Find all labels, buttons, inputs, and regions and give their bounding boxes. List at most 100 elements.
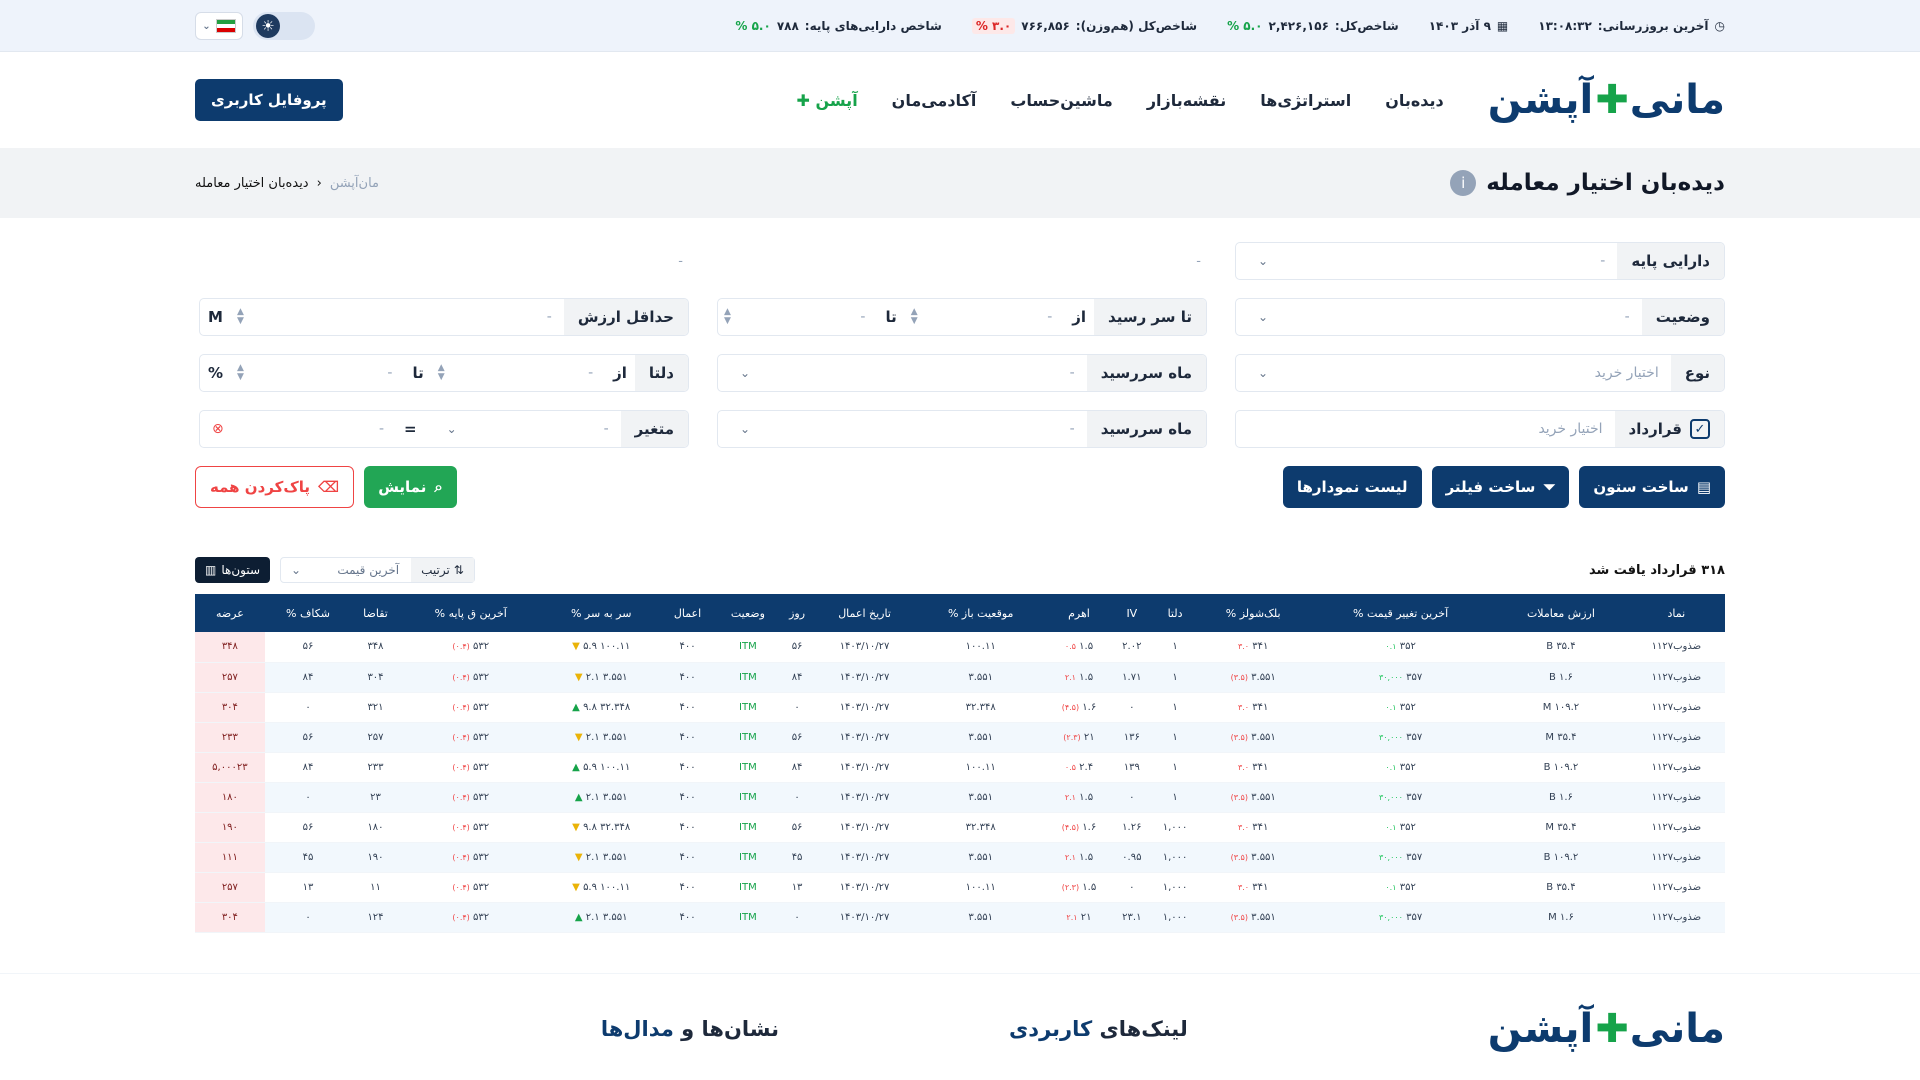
column-header[interactable]: اعمال xyxy=(660,594,715,632)
stepper-icon[interactable]: ▲ ▼ xyxy=(905,308,924,326)
table-cell: ۲.۴ ۰.۵ xyxy=(1045,752,1113,783)
table-cell: ۵۳۲ (۰.۴) xyxy=(399,782,542,813)
table-cell: ۵۳۲ (۰.۴) xyxy=(399,842,542,873)
table-cell: ۰ xyxy=(264,692,352,723)
table-cell: ۵۳۲ (۰.۴) xyxy=(399,872,542,903)
column-header[interactable]: وضعیت xyxy=(714,594,782,632)
delta-to-input[interactable]: - xyxy=(250,365,405,381)
maturity-month-select-2[interactable]: ماه سررسید - ⌄ xyxy=(717,410,1207,448)
table-row[interactable]: ضذوب۱۱۲۷ ۱۰۹.۲ M ۳۵۲ ۰.۱ ۳۴۱ ۳.۰ ۱ ۰ ۱.۶ (۴.۵)… xyxy=(195,692,1725,723)
cell-value: ITM xyxy=(739,881,757,893)
nav-calculator[interactable]: ماشین‌حساب xyxy=(1010,91,1112,110)
build-filter-button[interactable]: ⏷ ساخت فیلتر xyxy=(1431,466,1570,508)
stepper-icon[interactable]: ▲ ▼ xyxy=(231,308,250,326)
nav-option[interactable]: آپشن ✚ xyxy=(797,91,858,110)
columns-icon: ▥ xyxy=(205,563,217,577)
table-row[interactable]: ضذوب۱۱۲۷ ۳۵.۴ M ۳۵۲ ۰.۱ ۳۴۱ ۳.۰ ۱,۰۰۰ ۱.۲۶ ۱.۶… xyxy=(195,812,1725,843)
table-row[interactable]: ضذوب۱۱۲۷ ۳۵.۴ M ۳۵۷ ۳۰,۰۰۰ ۳.۵۵۱ (۳.۵) ۱ ۱۳۶ ۲… xyxy=(195,722,1725,753)
column-header[interactable]: تاریخ اعمال xyxy=(812,594,917,632)
table-row[interactable]: ضذوب۱۱۲۷ ۳۵.۴ B ۳۵۲ ۰.۱ ۳۴۱ ۳.۰ ۱,۰۰۰ ۰ ۱.۵ (۲… xyxy=(195,872,1725,903)
cell-value: (۰.۴) xyxy=(452,912,470,922)
table-cell: ITM xyxy=(714,812,782,843)
table-cell: ضذوب۱۱۲۷ xyxy=(1627,872,1725,903)
variable-value-input[interactable]: - ⊗ xyxy=(200,421,396,437)
nav-market-map[interactable]: نقشه‌بازار xyxy=(1147,91,1226,110)
checkbox[interactable]: ✓ xyxy=(1690,419,1710,439)
table-row[interactable]: ضذوب۱۱۲۷ ۱.۶ B ۳۵۷ ۳۰,۰۰۰ ۳.۵۵۱ (۳.۵) ۱ ۰ ۱.۵ … xyxy=(195,782,1725,813)
clock-icon: ◷ xyxy=(1714,19,1725,33)
column-header[interactable]: تقاضا xyxy=(351,594,400,632)
column-header[interactable]: موقعیت باز % xyxy=(916,594,1046,632)
column-header[interactable]: دلتا xyxy=(1150,594,1200,632)
column-header[interactable]: سر به سر % xyxy=(541,594,661,632)
cell-value: ۲۱ xyxy=(1083,731,1095,743)
cell-value: ضذوب۱۱۲۷ xyxy=(1651,851,1702,863)
status-select[interactable]: وضعیت - ⌄ xyxy=(1235,298,1725,336)
show-button[interactable]: ⌕ نمایش xyxy=(364,466,457,508)
clear-icon[interactable]: ⊗ xyxy=(212,421,224,437)
base-asset-select[interactable]: دارایی پایه - ⌄ xyxy=(1235,242,1725,280)
table-cell: ۳.۵۵۱ xyxy=(916,902,1046,933)
info-icon[interactable]: i xyxy=(1450,170,1477,196)
chevron-down-icon: ⌄ xyxy=(1258,254,1269,268)
cell-value: ۳۵۷ xyxy=(1406,671,1423,683)
column-header[interactable]: اهرم xyxy=(1045,594,1113,632)
type-select[interactable]: نوع اختیار خرید ⌄ xyxy=(1235,354,1725,392)
column-header[interactable]: عرضه xyxy=(195,594,265,632)
nav-watch[interactable]: دیده‌بان xyxy=(1385,91,1444,110)
variable-select[interactable]: - ⌄ xyxy=(425,421,621,437)
table-row[interactable]: ضذوب۱۱۲۷ ۳۵.۴ B ۳۵۲ ۰.۱ ۳۴۱ ۳.۰ ۱ ۲.۰۲ ۱.۵ ۰.۵… xyxy=(195,632,1725,663)
charts-list-button[interactable]: لیست نمودارها xyxy=(1282,466,1422,508)
column-header[interactable]: بلک‌شولز % xyxy=(1199,594,1308,632)
table-row[interactable]: ضذوب۱۱۲۷ ۱۰۹.۲ B ۳۵۲ ۰.۱ ۳۴۱ ۳.۰ ۱ ۱۳۹ ۲.۴ ۰.۵… xyxy=(195,752,1725,783)
table-row[interactable]: ضذوب۱۱۲۷ ۱۰۹.۲ B ۳۵۷ ۳۰,۰۰۰ ۳.۵۵۱ (۳.۵) ۱,۰۰… xyxy=(195,842,1725,873)
column-header[interactable]: آخرین ق پایه % xyxy=(399,594,542,632)
column-header[interactable]: آخرین تغییر قیمت % xyxy=(1307,594,1495,632)
table-cell: ۱۸۰ xyxy=(195,782,265,813)
build-column-button[interactable]: ▤ ساخت ستون xyxy=(1579,466,1725,508)
nav-academy[interactable]: آکادمی‌مان xyxy=(892,91,977,110)
clear-all-button[interactable]: ⌫ پاک‌کردن همه xyxy=(195,466,355,508)
cell-value: ۵.۹ xyxy=(583,881,597,893)
columns-button[interactable]: ستون‌ها ▥ xyxy=(195,557,271,583)
cell-value: ۳۴۱ xyxy=(1252,761,1269,773)
table-cell: ۲۳ xyxy=(351,782,400,813)
stepper-icon[interactable]: ▲ ▼ xyxy=(718,308,737,326)
table-row[interactable]: ضذوب۱۱۲۷ ۱.۶ M ۳۵۷ ۳۰,۰۰۰ ۳.۵۵۱ (۳.۵) ۱,۰۰۰ ۲… xyxy=(195,902,1725,933)
min-value-input[interactable]: - xyxy=(250,309,564,325)
stepper-icon[interactable]: ▲ ▼ xyxy=(432,364,451,382)
cell-value: ۱.۵ xyxy=(1079,791,1094,803)
cell-value: ۳۵.۴ B xyxy=(1546,641,1576,653)
variable-filter: متغیر - ⌄ = - ⊗ xyxy=(199,410,689,448)
sort-select[interactable]: ⇅ ترتیب آخرین قیمت ⌄ xyxy=(280,557,475,583)
column-header[interactable]: IV xyxy=(1112,594,1151,632)
delta-from-input[interactable]: - xyxy=(451,365,606,381)
profile-button[interactable]: پروفایل کاربری xyxy=(195,79,343,121)
column-header[interactable]: روز xyxy=(781,594,813,632)
cell-value: ضذوب۱۱۲۷ xyxy=(1651,701,1702,713)
table-cell: ۱۴۰۳/۱۰/۲۷ xyxy=(812,692,917,723)
table-cell: ITM xyxy=(714,782,782,813)
logo[interactable]: مانی ✚ آپشن xyxy=(1488,77,1726,123)
maturity-to-input[interactable]: - xyxy=(737,309,878,325)
footer-logo[interactable]: مانی ✚ آپشن xyxy=(1488,1006,1726,1052)
cell-value: ۳.۵۵۱ xyxy=(602,671,628,683)
column-header[interactable]: شکاف % xyxy=(264,594,352,632)
column-header[interactable]: ارزش معاملات xyxy=(1494,594,1628,632)
theme-toggle[interactable]: ☀ xyxy=(253,12,315,40)
maturity-from-input[interactable]: - xyxy=(924,309,1065,325)
sort-icon: ⇅ xyxy=(453,563,464,577)
table-cell: ۱,۰۰۰ xyxy=(1150,842,1200,873)
nav-strategies[interactable]: استراتژی‌ها xyxy=(1260,91,1351,110)
table-cell: ۳۵.۴ M xyxy=(1494,722,1628,753)
min-value-field: حداقل ارزش - ▲ ▼ M xyxy=(199,298,689,336)
stepper-icon[interactable]: ▲ ▼ xyxy=(231,364,250,382)
cell-value: ۴۰۰ xyxy=(679,911,696,923)
maturity-month-select[interactable]: ماه سررسید - ⌄ xyxy=(717,354,1207,392)
table-cell: ۳.۵۵۱ (۳.۵) xyxy=(1199,722,1308,753)
language-selector[interactable]: ⌄ xyxy=(195,12,243,40)
cell-value: ۳.۰ xyxy=(1237,882,1250,892)
breadcrumb-root[interactable]: مان‌آپشن xyxy=(330,176,379,191)
column-header[interactable]: نماد xyxy=(1627,594,1725,632)
table-row[interactable]: ضذوب۱۱۲۷ ۱.۶ B ۳۵۷ ۳۰,۰۰۰ ۳.۵۵۱ (۳.۵) ۱ ۱.۷۱ ۱… xyxy=(195,662,1725,693)
